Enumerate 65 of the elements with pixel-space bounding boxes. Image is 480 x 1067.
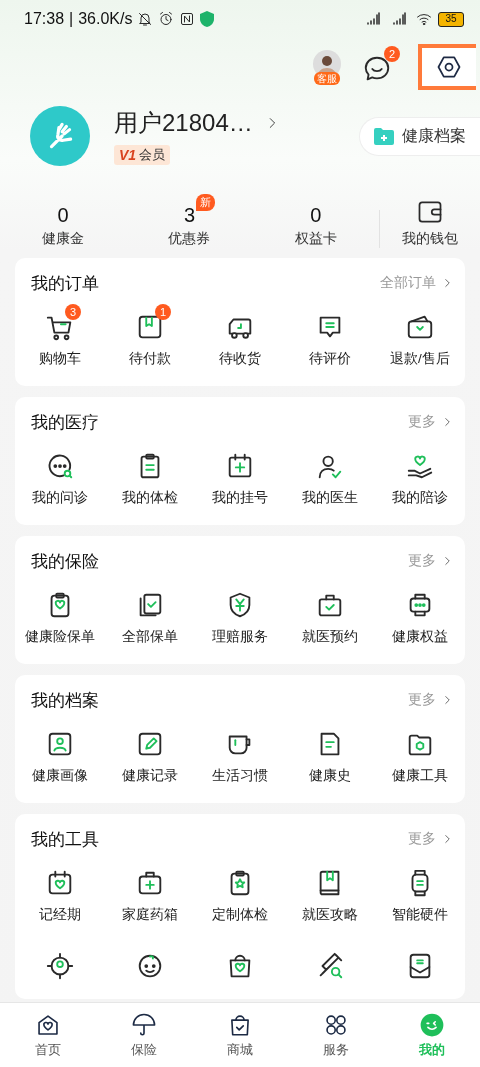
member-label: 会员 <box>139 146 166 164</box>
chevron-right-icon <box>442 415 453 429</box>
count-badge: 1 <box>155 304 171 320</box>
chevron-right-icon <box>442 554 453 568</box>
wifi-icon <box>414 11 434 27</box>
shortcut-item[interactable]: 我的医生 <box>285 442 375 507</box>
shortcut-item[interactable]: 我的陪诊 <box>375 442 465 507</box>
tab[interactable]: 首页 <box>0 1003 96 1067</box>
shortcut-item[interactable]: 定制体检 <box>195 859 285 924</box>
wallet-button[interactable]: 我的钱包 <box>380 198 480 248</box>
network-speed: 36.0K/s <box>78 10 133 28</box>
shortcut-item[interactable]: 智能硬件 <box>375 859 465 924</box>
shortcut-item[interactable]: 家庭药箱 <box>105 859 195 924</box>
chevron-right-icon <box>442 276 453 290</box>
section-title: 我的工具 <box>31 828 99 851</box>
shortcut-item[interactable]: 健康工具 <box>375 720 465 785</box>
chevron-right-icon <box>442 693 453 707</box>
shortcut-item[interactable]: 我的体检 <box>105 442 195 507</box>
section-title: 我的医疗 <box>31 411 99 434</box>
shortcut-item[interactable]: 待收货 <box>195 303 285 368</box>
shortcut-item[interactable]: 理赔服务 <box>195 581 285 646</box>
nfc-icon <box>179 11 196 27</box>
user-name[interactable]: 用户21804… <box>114 107 253 139</box>
settings-button[interactable] <box>418 44 476 90</box>
chevron-right-icon <box>442 832 453 846</box>
section-title: 我的保险 <box>31 550 99 573</box>
shortcut-item[interactable]: 3 购物车 <box>15 303 105 368</box>
section-title: 我的档案 <box>31 689 99 712</box>
shortcut-item[interactable]: 健康记录 <box>105 720 195 785</box>
shortcut-item[interactable]: 我的问诊 <box>15 442 105 507</box>
section-title: 我的订单 <box>31 272 99 295</box>
alarm-clock-icon <box>158 11 175 27</box>
shortcut-item[interactable]: 待评价 <box>285 303 375 368</box>
shortcut-item[interactable]: 生活习惯 <box>195 720 285 785</box>
folder-plus-icon <box>374 127 394 145</box>
shortcut-item[interactable]: 健康权益 <box>375 581 465 646</box>
tab[interactable]: 服务 <box>288 1003 384 1067</box>
shortcut-item[interactable]: 健康画像 <box>15 720 105 785</box>
shortcut-item[interactable]: 就医预约 <box>285 581 375 646</box>
health-file-button[interactable]: 健康档案 <box>359 116 480 156</box>
shortcut-item[interactable]: 我的挂号 <box>195 442 285 507</box>
bell-off-icon <box>137 11 154 27</box>
smiley-icon <box>419 1011 445 1038</box>
shortcut-item[interactable]: 全部保单 <box>105 581 195 646</box>
message-count-badge: 2 <box>383 46 400 62</box>
shortcut-item[interactable]: 1 待付款 <box>105 303 195 368</box>
app-logo <box>30 106 90 166</box>
shortcut-item[interactable]: 健康史 <box>285 720 375 785</box>
stat-item[interactable]: 0 健康金 <box>0 192 127 248</box>
tab[interactable]: 保险 <box>96 1003 192 1067</box>
battery-level: 35 <box>438 11 464 27</box>
shield-icon <box>200 11 215 27</box>
umbrella-icon <box>131 1011 157 1038</box>
member-level: V1 <box>119 147 137 163</box>
new-badge: 新 <box>195 194 215 211</box>
count-badge: 3 <box>65 304 81 320</box>
shortcut-item[interactable]: 退款/售后 <box>375 303 465 368</box>
stat-item[interactable]: 0 权益卡 <box>252 192 379 248</box>
stat-item[interactable]: 3 新 优惠券 <box>126 192 253 248</box>
tab[interactable]: 商城 <box>192 1003 288 1067</box>
shortcut-item[interactable]: 健康险保单 <box>15 581 105 646</box>
shortcut-item[interactable]: 就医攻略 <box>285 859 375 924</box>
shortcut-item[interactable]: 记经期 <box>15 859 105 924</box>
status-time: 17:38 <box>24 10 65 28</box>
status-separator: | <box>69 10 74 28</box>
